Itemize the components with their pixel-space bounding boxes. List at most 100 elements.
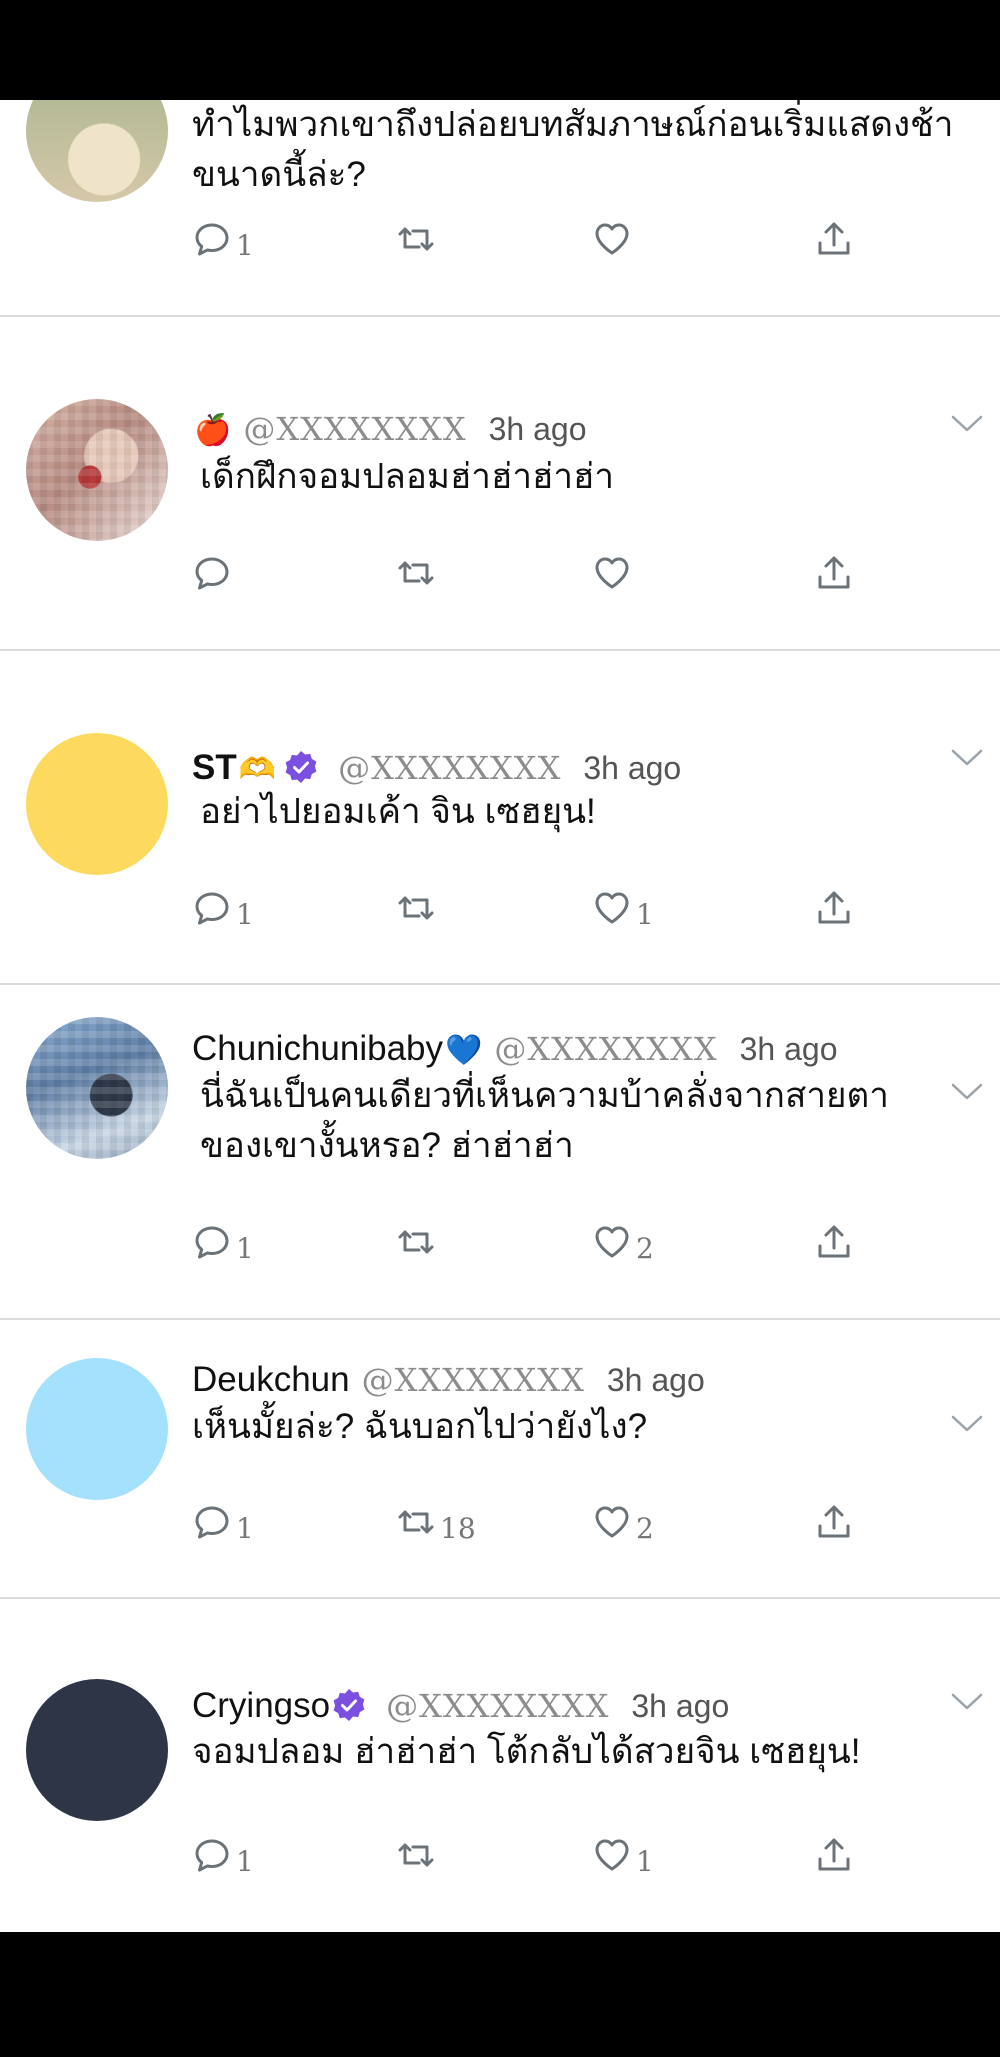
- display-name[interactable]: Chunichunibaby: [192, 1029, 443, 1069]
- retweet-button[interactable]: [394, 1830, 440, 1880]
- display-name[interactable]: ST: [192, 748, 237, 788]
- like-count: 2: [636, 1511, 654, 1545]
- tweet-header: Chunichunibaby 💙 @XXXXXXXX 3h ago: [192, 1029, 838, 1073]
- timestamp[interactable]: 3h ago: [489, 411, 587, 448]
- display-name[interactable]: Deukchun: [192, 1360, 350, 1400]
- user-handle[interactable]: @XXXXXXXX: [494, 1030, 717, 1068]
- tweet-5[interactable]: Cryingso @XXXXXXXX 3h ago จอมปลอม ฮ่าฮ่า…: [0, 1599, 1000, 1932]
- reply-button[interactable]: 1: [190, 1497, 254, 1547]
- like-button[interactable]: 2: [590, 1217, 654, 1267]
- verified-badge-icon: [285, 751, 317, 783]
- retweet-icon: [398, 1843, 434, 1867]
- tweet-feed: ทำไมพวกเขาถึงปล่อยบทสัมภาษณ์ก่อนเริ่มแสด…: [0, 100, 1000, 1932]
- share-icon: [818, 1838, 850, 1871]
- reply-button[interactable]: 1: [190, 1830, 254, 1880]
- avatar[interactable]: [26, 399, 168, 541]
- avatar[interactable]: [26, 733, 168, 875]
- like-button[interactable]: [590, 214, 636, 264]
- tweet-1[interactable]: 🍎 @XXXXXXXX 3h ago เด็กฝึกจอมปลอมฮ่าฮ่าฮ…: [0, 317, 1000, 650]
- reply-count: 1: [236, 897, 254, 931]
- retweet-button[interactable]: [394, 883, 440, 933]
- display-name[interactable]: Cryingso: [192, 1686, 330, 1726]
- share-button[interactable]: [812, 548, 856, 598]
- avatar[interactable]: [26, 100, 168, 202]
- verified-badge-icon: [333, 1689, 365, 1721]
- like-button[interactable]: 1: [590, 1830, 654, 1880]
- reply-count: 1: [236, 1231, 254, 1265]
- tweet-actions: 1 1: [0, 1830, 1000, 1880]
- share-button[interactable]: [812, 883, 856, 933]
- reply-button[interactable]: 1: [190, 1217, 254, 1267]
- tweet-text-line: อย่าไปยอมเค้า จิน เซฮยุน!: [200, 792, 596, 831]
- tweet-text: เห็นมั้ยล่ะ? ฉันบอกไปว่ายังไง?: [192, 1402, 647, 1452]
- reply-button[interactable]: 1: [190, 883, 254, 933]
- tweet-text-line: เด็กฝึกจอมปลอมฮ่าฮ่าฮ่าฮ่า: [200, 457, 615, 496]
- like-count: 2: [636, 1231, 654, 1265]
- heart-icon: [595, 1226, 629, 1258]
- share-button[interactable]: [812, 1217, 856, 1267]
- tweet-actions: 1: [0, 214, 1000, 264]
- tweet-2[interactable]: ST 🫶 @XXXXXXXX 3h ago อย่าไปยอมเค้า จิน …: [0, 651, 1000, 984]
- comment-icon: [195, 892, 229, 925]
- timestamp[interactable]: 3h ago: [607, 1362, 705, 1399]
- share-button[interactable]: [812, 1830, 856, 1880]
- share-icon: [818, 222, 850, 255]
- reply-button[interactable]: 1: [190, 214, 254, 264]
- retweet-button[interactable]: [394, 1217, 440, 1267]
- retweet-icon: [398, 561, 434, 585]
- retweet-button[interactable]: 18: [394, 1497, 476, 1547]
- timestamp[interactable]: 3h ago: [631, 1688, 729, 1725]
- user-handle[interactable]: @XXXXXXXX: [362, 1361, 585, 1399]
- share-button[interactable]: [812, 214, 856, 264]
- like-button[interactable]: [590, 548, 636, 598]
- comment-icon: [195, 1839, 229, 1872]
- retweet-icon: [398, 1230, 434, 1254]
- avatar[interactable]: [26, 1679, 168, 1821]
- tweet-0[interactable]: ทำไมพวกเขาถึงปล่อยบทสัมภาษณ์ก่อนเริ่มแสด…: [0, 100, 1000, 316]
- tweet-text-line: จอมปลอม ฮ่าฮ่าฮ่า โต้กลับได้สวยจิน เซฮยุ…: [192, 1732, 861, 1771]
- like-button[interactable]: 2: [590, 1497, 654, 1547]
- chevron-down-icon[interactable]: [950, 1692, 984, 1712]
- timestamp[interactable]: 3h ago: [740, 1031, 838, 1068]
- tweet-actions: 1 1: [0, 883, 1000, 933]
- tweet-text: นี่ฉันเป็นคนเดียวที่เห็นความบ้าคลั่งจากส…: [200, 1071, 889, 1171]
- tweet-text-line: นี่ฉันเป็นคนเดียวที่เห็นความบ้าคลั่งจากส…: [200, 1076, 889, 1115]
- reply-count: 1: [236, 1511, 254, 1545]
- heart-icon: [595, 1839, 629, 1871]
- chevron-down-icon[interactable]: [950, 1082, 984, 1102]
- chevron-down-icon[interactable]: [950, 414, 984, 434]
- share-icon: [818, 556, 850, 589]
- heart-hands-emoji: 🫶: [238, 753, 277, 786]
- share-icon: [818, 891, 850, 924]
- user-handle[interactable]: @XXXXXXXX: [338, 749, 561, 787]
- share-icon: [818, 1505, 850, 1538]
- retweet-button[interactable]: [394, 548, 440, 598]
- chevron-down-icon[interactable]: [950, 1414, 984, 1434]
- apple-emoji: 🍎: [194, 414, 232, 447]
- comment-icon: [195, 1226, 229, 1259]
- tweet-header: Cryingso @XXXXXXXX 3h ago: [192, 1683, 729, 1727]
- reply-button[interactable]: [190, 548, 236, 598]
- avatar[interactable]: [26, 1358, 168, 1500]
- tweet-actions: 1 2: [0, 1217, 1000, 1267]
- timestamp[interactable]: 3h ago: [583, 750, 681, 787]
- heart-icon: [595, 223, 629, 255]
- user-handle[interactable]: @XXXXXXXX: [243, 410, 466, 448]
- like-button[interactable]: 1: [590, 883, 654, 933]
- retweet-icon: [398, 1510, 434, 1534]
- share-button[interactable]: [812, 1497, 856, 1547]
- tweet-text: อย่าไปยอมเค้า จิน เซฮยุน!: [200, 787, 596, 837]
- retweet-button[interactable]: [394, 214, 440, 264]
- tweet-4[interactable]: Deukchun @XXXXXXXX 3h ago เห็นมั้ยล่ะ? ฉ…: [0, 1320, 1000, 1598]
- retweet-count: 18: [440, 1511, 476, 1545]
- tweet-header: ST 🫶 @XXXXXXXX 3h ago: [192, 745, 681, 789]
- user-handle[interactable]: @XXXXXXXX: [386, 1687, 609, 1725]
- tweet-text-line: ทำไมพวกเขาถึงปล่อยบทสัมภาษณ์ก่อนเริ่มแสด…: [192, 105, 954, 144]
- chevron-down-icon[interactable]: [950, 748, 984, 768]
- tweet-3[interactable]: Chunichunibaby 💙 @XXXXXXXX 3h ago นี่ฉัน…: [0, 985, 1000, 1318]
- like-count: 1: [636, 897, 654, 931]
- tweet-text-line: เห็นมั้ยล่ะ? ฉันบอกไปว่ายังไง?: [192, 1407, 648, 1446]
- avatar[interactable]: [26, 1017, 168, 1159]
- comment-icon: [195, 557, 229, 590]
- blue-heart-emoji: 💙: [445, 1034, 483, 1067]
